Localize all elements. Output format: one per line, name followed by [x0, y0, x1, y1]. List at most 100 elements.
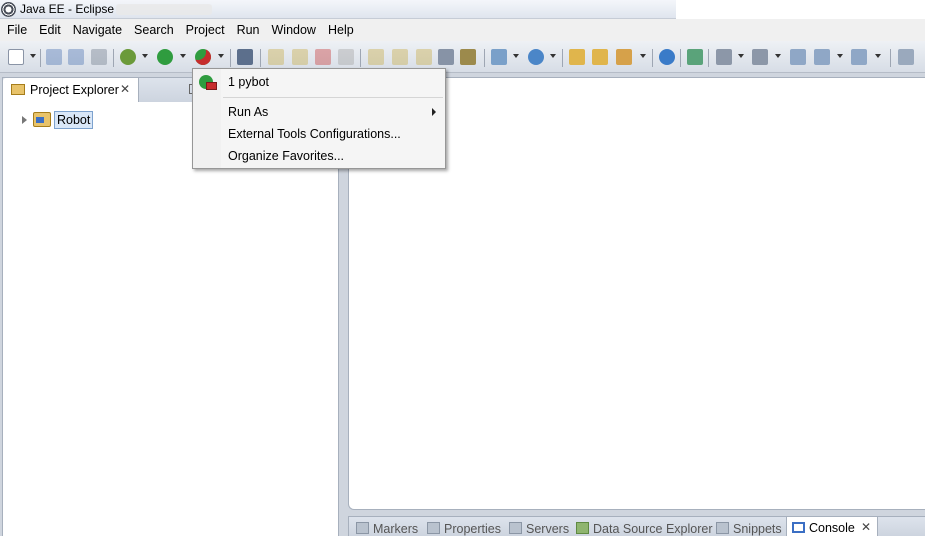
markers-icon — [356, 522, 369, 534]
tab-label: Markers — [373, 522, 419, 536]
save-all-icon[interactable] — [68, 49, 84, 65]
open-task-icon[interactable] — [592, 49, 608, 65]
toolbar-separator — [360, 49, 361, 67]
step-return-icon[interactable] — [416, 49, 432, 65]
toolbar-separator — [484, 49, 485, 67]
search-dropdown-icon[interactable] — [640, 54, 646, 58]
menu-item-label: Organize Favorites... — [228, 149, 345, 163]
submenu-arrow-icon — [432, 108, 436, 116]
forward-icon[interactable] — [851, 49, 867, 65]
menu-help[interactable]: Help — [322, 19, 360, 41]
tab-markers[interactable]: Markers — [356, 522, 418, 536]
menu-item-organize-favorites[interactable]: Organize Favorites... — [195, 146, 443, 166]
new-server-icon[interactable] — [491, 49, 507, 65]
external-tools-dropdown-icon[interactable] — [218, 54, 224, 58]
menu-search[interactable]: Search — [128, 19, 180, 41]
step-over-icon[interactable] — [392, 49, 408, 65]
close-icon[interactable]: ✕ — [861, 520, 871, 534]
tab-label: Project Explorer — [30, 83, 119, 97]
toolbar-separator — [680, 49, 681, 67]
toolbar-separator — [260, 49, 261, 67]
toolbar-separator — [562, 49, 563, 67]
skip-breakpoints-icon[interactable] — [237, 49, 253, 65]
new-icon[interactable] — [8, 49, 24, 65]
project-explorer-icon — [11, 84, 25, 95]
back-icon[interactable] — [814, 49, 830, 65]
toolbar-separator — [113, 49, 114, 67]
menu-project[interactable]: Project — [180, 19, 231, 41]
tab-label: Console — [809, 521, 855, 535]
window-title: Java EE - Eclipse — [20, 2, 115, 16]
prev-annotation-dropdown-icon[interactable] — [775, 54, 781, 58]
tab-servers[interactable]: Servers — [509, 522, 569, 536]
disconnect-icon[interactable] — [338, 49, 354, 65]
new-dropdown-icon[interactable] — [30, 54, 36, 58]
run-icon[interactable] — [157, 49, 173, 65]
next-annotation-icon[interactable] — [716, 49, 732, 65]
tab-data-source-explorer[interactable]: Data Source Explorer — [576, 522, 713, 536]
menu-edit[interactable]: Edit — [33, 19, 67, 41]
external-tools-menu: 1 pybot Run As External Tools Configurat… — [192, 68, 446, 169]
tab-properties[interactable]: Properties — [427, 522, 501, 536]
search-icon[interactable] — [616, 49, 632, 65]
external-tools-icon[interactable] — [195, 49, 211, 65]
last-edit-location-icon[interactable] — [790, 49, 806, 65]
eclipse-logo-icon — [1, 2, 16, 17]
menu-item-external-tools-configurations[interactable]: External Tools Configurations... — [195, 124, 443, 144]
tab-project-explorer[interactable]: Project Explorer ✕ — [3, 78, 139, 102]
menu-item-label: External Tools Configurations... — [228, 127, 401, 141]
tab-label: Data Source Explorer — [593, 522, 713, 536]
terminate-icon[interactable] — [315, 49, 331, 65]
tab-console[interactable]: Console ✕ — [786, 517, 878, 536]
debug-icon[interactable] — [120, 49, 136, 65]
web-browser-icon[interactable] — [659, 49, 675, 65]
open-perspective-icon[interactable] — [898, 49, 914, 65]
new-web-service-dropdown-icon[interactable] — [550, 54, 556, 58]
save-icon[interactable] — [46, 49, 62, 65]
tree-item-robot[interactable]: Robot — [3, 111, 203, 129]
tab-label: Snippets — [733, 522, 782, 536]
menu-navigate[interactable]: Navigate — [67, 19, 128, 41]
workbench: Project Explorer ✕ Robot Markers Propert… — [0, 73, 925, 536]
new-web-service-icon[interactable] — [528, 49, 544, 65]
menu-bar: File Edit Navigate Search Project Run Wi… — [0, 19, 925, 41]
servers-icon — [509, 522, 522, 534]
drop-to-frame-icon[interactable] — [460, 49, 476, 65]
bottom-panel-tab-strip: Markers Properties Servers Data Source E… — [348, 516, 925, 536]
menu-run[interactable]: Run — [231, 19, 266, 41]
resume-icon[interactable] — [268, 49, 284, 65]
menu-separator — [223, 97, 443, 98]
toolbar-separator — [40, 49, 41, 67]
toolbar-separator — [230, 49, 231, 67]
close-icon[interactable]: ✕ — [120, 82, 130, 96]
open-type-icon[interactable] — [569, 49, 585, 65]
menu-item-label: Run As — [228, 105, 269, 119]
main-toolbar — [0, 41, 925, 73]
run-dropdown-icon[interactable] — [180, 54, 186, 58]
toggle-mark-occurrences-icon[interactable] — [687, 49, 703, 65]
debug-dropdown-icon[interactable] — [142, 54, 148, 58]
next-annotation-dropdown-icon[interactable] — [738, 54, 744, 58]
use-step-filters-icon[interactable] — [438, 49, 454, 65]
menu-item-run-as[interactable]: Run As — [195, 102, 443, 122]
title-bar: Java EE - Eclipse — [0, 0, 925, 19]
menu-item-recent-launch[interactable]: 1 pybot — [195, 72, 443, 92]
back-dropdown-icon[interactable] — [837, 54, 843, 58]
snippets-icon — [716, 522, 729, 534]
print-icon[interactable] — [91, 49, 107, 65]
expand-icon[interactable] — [22, 116, 27, 124]
suspend-icon[interactable] — [292, 49, 308, 65]
step-into-icon[interactable] — [368, 49, 384, 65]
tree-item-label: Robot — [54, 111, 94, 129]
tab-label: Servers — [526, 522, 570, 536]
menu-file[interactable]: File — [1, 19, 33, 41]
properties-icon — [427, 522, 440, 534]
tab-snippets[interactable]: Snippets — [716, 522, 782, 536]
console-icon — [792, 522, 805, 533]
forward-dropdown-icon[interactable] — [875, 54, 881, 58]
prev-annotation-icon[interactable] — [752, 49, 768, 65]
menu-window[interactable]: Window — [266, 19, 322, 41]
obscured-title-area — [116, 4, 212, 15]
obscured-window-controls — [676, 0, 925, 19]
new-server-dropdown-icon[interactable] — [513, 54, 519, 58]
